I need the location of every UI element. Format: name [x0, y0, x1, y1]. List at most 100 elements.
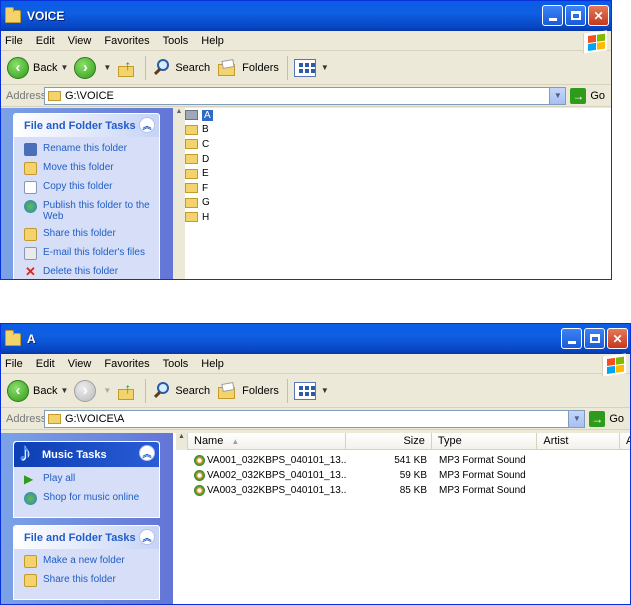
task-new-folder[interactable]: Make a new folder — [24, 555, 151, 568]
column-truncated[interactable]: A — [620, 433, 630, 449]
file-row[interactable]: VA001_032KBPS_040101_13... 541 KB MP3 Fo… — [188, 453, 630, 468]
maximize-icon — [589, 334, 600, 343]
forward-button[interactable]: › ▼ — [74, 56, 111, 79]
go-label: Go — [590, 89, 605, 102]
folder-item-g[interactable]: G — [185, 196, 213, 211]
back-button[interactable]: ‹ Back ▼ — [7, 56, 68, 79]
folder-icon — [48, 413, 61, 424]
minimize-button[interactable] — [561, 328, 582, 349]
task-label: E-mail this folder's files — [43, 247, 145, 258]
search-button[interactable]: Search — [152, 58, 210, 78]
go-button[interactable]: → Go — [589, 410, 624, 427]
menu-tools[interactable]: Tools — [163, 358, 189, 370]
panel-header[interactable]: ♪ Music Tasks ︽ — [14, 436, 159, 467]
folders-button[interactable]: Folders — [216, 381, 279, 400]
maximize-button[interactable] — [584, 328, 605, 349]
task-label: Make a new folder — [43, 555, 125, 566]
back-dropdown-icon[interactable]: ▼ — [60, 386, 68, 395]
views-dropdown-icon: ▼ — [320, 63, 329, 72]
folder-item-h[interactable]: H — [185, 210, 213, 225]
menu-help[interactable]: Help — [201, 358, 224, 370]
task-copy-folder[interactable]: Copy this folder — [24, 181, 151, 194]
column-name[interactable]: Name ▲ — [188, 433, 347, 449]
task-play-all[interactable]: ▶ Play all — [24, 473, 151, 486]
title-bar[interactable]: A ✕ — [1, 324, 630, 354]
menu-file[interactable]: File — [5, 35, 23, 47]
views-button[interactable]: ▼ — [293, 58, 329, 77]
menu-file[interactable]: File — [5, 358, 23, 370]
menu-tools[interactable]: Tools — [163, 35, 189, 47]
task-label: Play all — [43, 473, 76, 484]
back-dropdown-icon[interactable]: ▼ — [60, 63, 68, 72]
forward-button[interactable]: › ▼ — [74, 379, 111, 402]
copy-icon — [24, 181, 37, 194]
go-button[interactable]: → Go — [570, 87, 605, 104]
folder-item-d[interactable]: D — [185, 152, 213, 167]
menu-view[interactable]: View — [68, 358, 92, 370]
task-rename-folder[interactable]: Rename this folder — [24, 143, 151, 156]
address-input[interactable]: G:\VOICE\A ▼ — [44, 409, 586, 428]
folder-item-b[interactable]: B — [185, 123, 213, 138]
up-folder-icon[interactable]: ↑ — [117, 381, 137, 401]
panel-header[interactable]: File and Folder Tasks ︽ — [14, 526, 159, 549]
close-button[interactable]: ✕ — [588, 5, 609, 26]
panel-header[interactable]: File and Folder Tasks ︽ — [14, 114, 159, 137]
menu-edit[interactable]: Edit — [36, 358, 55, 370]
menu-help[interactable]: Help — [201, 35, 224, 47]
forward-dropdown-icon[interactable]: ▼ — [103, 63, 111, 72]
folder-item-a[interactable]: A — [185, 108, 213, 123]
windows-logo-icon — [602, 353, 626, 377]
column-artist[interactable]: Artist — [537, 433, 620, 449]
music-note-icon: ♪ — [18, 436, 31, 466]
folder-icon — [48, 90, 61, 101]
column-size[interactable]: Size — [346, 433, 432, 449]
task-share-folder[interactable]: Share this folder — [24, 574, 151, 587]
scrollbar[interactable]: ▲ — [173, 108, 185, 279]
folders-button[interactable]: Folders — [216, 58, 279, 77]
address-input[interactable]: G:\VOICE ▼ — [44, 86, 567, 105]
close-button[interactable]: ✕ — [607, 328, 628, 349]
collapse-icon[interactable]: ︽ — [139, 445, 155, 461]
folder-item-c[interactable]: C — [185, 137, 213, 152]
menu-view[interactable]: View — [68, 35, 92, 47]
back-button[interactable]: ‹ Back ▼ — [7, 379, 68, 402]
column-type[interactable]: Type — [432, 433, 538, 449]
menu-edit[interactable]: Edit — [36, 35, 55, 47]
task-pane: ♪ Music Tasks ︽ ▶ Play all Shop for musi… — [1, 433, 173, 604]
file-row[interactable]: VA002_032KBPS_040101_13... 59 KB MP3 For… — [188, 468, 630, 483]
forward-dropdown-icon[interactable]: ▼ — [103, 386, 111, 395]
scroll-up-icon[interactable]: ▲ — [176, 433, 188, 450]
maximize-button[interactable] — [565, 5, 586, 26]
address-dropdown-icon[interactable]: ▼ — [568, 410, 585, 427]
folder-item-f[interactable]: F — [185, 181, 213, 196]
file-row[interactable]: VA003_032KBPS_040101_13... 85 KB MP3 For… — [188, 483, 630, 498]
menu-favorites[interactable]: Favorites — [104, 358, 149, 370]
globe-icon — [24, 492, 37, 505]
address-dropdown-icon[interactable]: ▼ — [549, 87, 566, 104]
collapse-icon[interactable]: ︽ — [139, 529, 155, 545]
explorer-window-a: A ✕ File Edit View Favorites Tools Help … — [0, 323, 631, 605]
task-share-folder[interactable]: Share this folder — [24, 228, 151, 241]
task-move-folder[interactable]: Move this folder — [24, 162, 151, 175]
minimize-button[interactable] — [542, 5, 563, 26]
menu-bar: File Edit View Favorites Tools Help — [1, 353, 630, 377]
menu-favorites[interactable]: Favorites — [104, 35, 149, 47]
task-shop-music[interactable]: Shop for music online — [24, 492, 151, 505]
folder-item-e[interactable]: E — [185, 166, 213, 181]
scroll-up-icon[interactable]: ▲ — [173, 108, 185, 115]
task-email-files[interactable]: E-mail this folder's files — [24, 247, 151, 260]
back-arrow-icon: ‹ — [7, 379, 29, 402]
task-publish-folder[interactable]: Publish this folder to the Web — [24, 200, 151, 222]
task-delete-folder[interactable]: ✕ Delete this folder — [24, 265, 151, 279]
toolbar: ‹ Back ▼ › ▼ ↑ Search Folders ▼ — [1, 374, 630, 408]
collapse-icon[interactable]: ︽ — [139, 117, 155, 133]
file-name: VA003_032KBPS_040101_13... — [207, 485, 347, 497]
file-folder-tasks-panel: File and Folder Tasks ︽ Make a new folde… — [13, 525, 160, 600]
up-folder-icon[interactable]: ↑ — [117, 58, 137, 78]
window-title: VOICE — [27, 9, 65, 23]
title-bar[interactable]: VOICE ✕ — [1, 1, 611, 31]
views-button[interactable]: ▼ — [293, 381, 329, 400]
search-icon — [152, 381, 172, 401]
search-button[interactable]: Search — [152, 381, 210, 401]
windows-logo-icon — [583, 30, 607, 54]
